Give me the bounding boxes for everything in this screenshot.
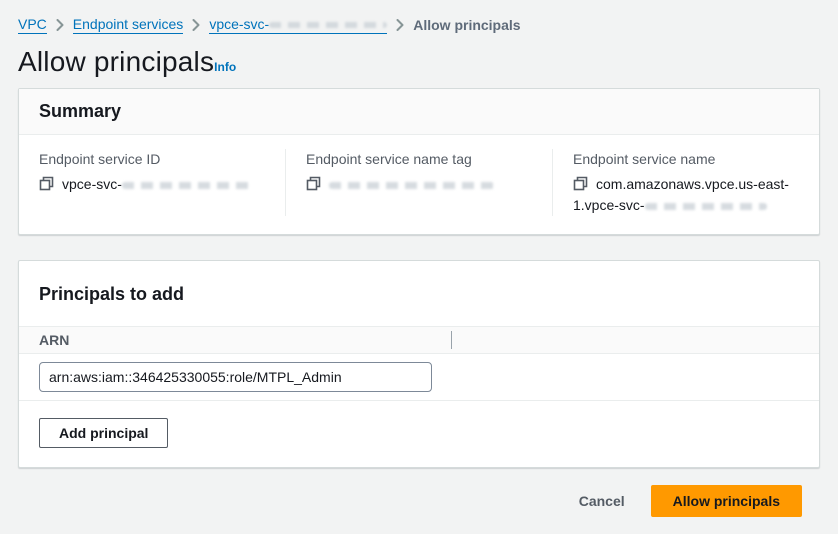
arn-column-header-row: ARN (19, 326, 819, 354)
field-value-text: vpce-svc- (62, 176, 122, 192)
summary-field-endpoint-service-id: Endpoint service ID vpce-svc- (19, 149, 285, 216)
principals-card-header: Principals to add (19, 261, 819, 326)
breadcrumb: VPC Endpoint services vpce-svc- Allow pr… (0, 0, 838, 34)
column-resize-handle[interactable] (451, 331, 452, 349)
redacted-text (269, 22, 387, 28)
redacted-text (122, 182, 250, 189)
breadcrumb-link-endpoint-services[interactable]: Endpoint services (73, 15, 184, 34)
copy-icon[interactable] (573, 176, 588, 191)
chevron-right-icon (192, 19, 200, 31)
summary-body: Endpoint service ID vpce-svc- Endpoint s… (19, 135, 819, 234)
cancel-button[interactable]: Cancel (579, 493, 625, 509)
page-title: Allow principals (18, 46, 214, 77)
arn-column-header: ARN (39, 332, 69, 348)
principals-to-add-card: Principals to add ARN Add principal (18, 260, 820, 468)
redacted-text (645, 203, 767, 210)
footer-actions: Cancel Allow principals (18, 468, 820, 517)
page-title-row: Allow principalsInfo (0, 34, 838, 78)
arn-input[interactable] (39, 362, 432, 392)
add-principal-row: Add principal (19, 401, 819, 467)
info-link[interactable]: Info (214, 60, 236, 74)
principals-heading: Principals to add (39, 284, 799, 305)
breadcrumb-current-page: Allow principals (413, 16, 520, 34)
summary-card: Summary Endpoint service ID vpce-svc- En… (18, 88, 820, 235)
field-label: Endpoint service ID (39, 149, 265, 169)
field-value: vpce-svc- (39, 174, 265, 195)
chevron-right-icon (396, 19, 404, 31)
copy-icon[interactable] (306, 176, 321, 191)
allow-principals-button[interactable]: Allow principals (651, 485, 802, 517)
redacted-text (329, 182, 494, 189)
field-label: Endpoint service name tag (306, 149, 532, 169)
summary-card-header: Summary (19, 89, 819, 135)
field-label: Endpoint service name (573, 149, 799, 169)
field-value: com.amazonaws.vpce.us-east-1.vpce-svc- (573, 174, 799, 216)
breadcrumb-link-vpc[interactable]: VPC (18, 15, 47, 34)
breadcrumb-service-id-text: vpce-svc- (209, 15, 269, 33)
arn-input-row (19, 354, 819, 401)
copy-icon[interactable] (39, 176, 54, 191)
breadcrumb-link-service-id[interactable]: vpce-svc- (209, 15, 387, 34)
add-principal-button[interactable]: Add principal (39, 418, 168, 448)
summary-field-endpoint-service-name-tag: Endpoint service name tag (285, 149, 552, 216)
field-value (306, 174, 532, 195)
summary-field-endpoint-service-name: Endpoint service name com.amazonaws.vpce… (552, 149, 819, 216)
summary-heading: Summary (39, 101, 799, 122)
chevron-right-icon (56, 19, 64, 31)
